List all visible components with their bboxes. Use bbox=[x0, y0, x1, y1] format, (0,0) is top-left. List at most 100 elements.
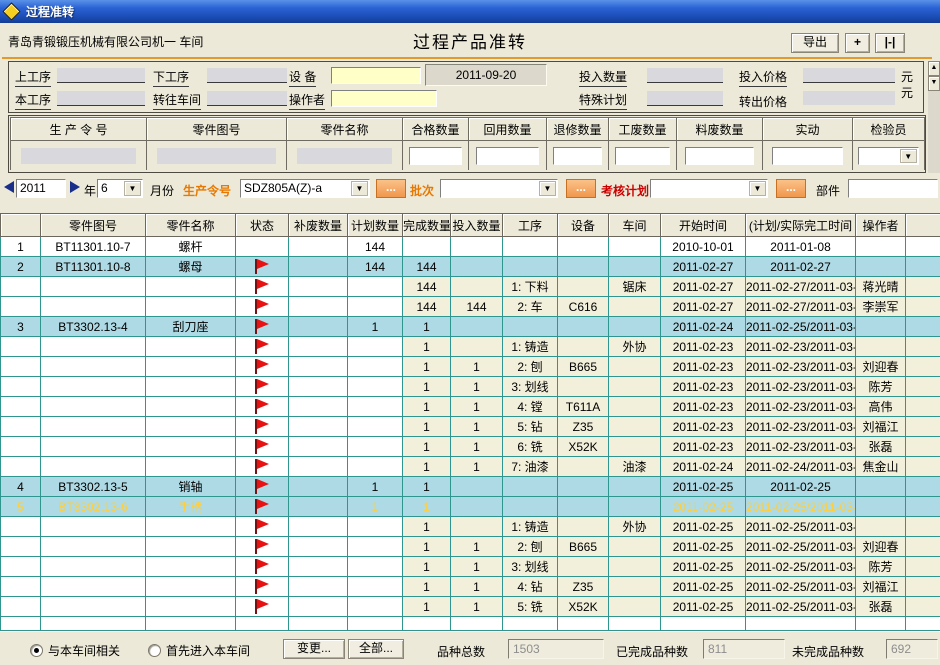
grid-cell[interactable]: BT3302.13-6 bbox=[41, 497, 146, 517]
grid-cell[interactable]: 144 bbox=[348, 257, 403, 277]
grid-cell[interactable] bbox=[1, 297, 41, 317]
grid-cell[interactable] bbox=[146, 417, 236, 437]
status-cell[interactable] bbox=[236, 417, 289, 437]
grid-cell[interactable]: 1 bbox=[403, 457, 451, 477]
grid-cell[interactable] bbox=[41, 337, 146, 357]
grid-cell[interactable] bbox=[348, 277, 403, 297]
grid-cell[interactable]: 2011-02-23/2011-03-16 bbox=[746, 437, 856, 457]
grid-cell[interactable] bbox=[146, 537, 236, 557]
grid-cell[interactable]: 焦金山 bbox=[856, 457, 906, 477]
grid-cell[interactable]: 螺杆 bbox=[146, 237, 236, 257]
status-cell[interactable] bbox=[236, 497, 289, 517]
grid-cell[interactable]: 2011-02-23 bbox=[661, 417, 746, 437]
grid-cell[interactable]: 2011-02-23/2011-03-15 bbox=[746, 337, 856, 357]
grid-cell[interactable]: 2011-02-27/2011-03-16 bbox=[746, 297, 856, 317]
grid-cell[interactable] bbox=[348, 557, 403, 577]
grid-cell[interactable] bbox=[906, 557, 940, 577]
grid-cell[interactable]: 1 bbox=[403, 417, 451, 437]
grid-cell[interactable] bbox=[41, 597, 146, 617]
grid-cell[interactable]: 2011-02-25 bbox=[661, 477, 746, 497]
status-cell[interactable] bbox=[236, 337, 289, 357]
grid-cell[interactable]: 1: 铸造 bbox=[503, 337, 558, 357]
grid-cell[interactable]: 6: 铣 bbox=[503, 437, 558, 457]
grid-cell[interactable]: T611A bbox=[558, 397, 609, 417]
radio-first-enter[interactable]: 首先进入本车间 bbox=[148, 642, 250, 659]
grid-cell[interactable]: 张磊 bbox=[856, 437, 906, 457]
grid-cell[interactable] bbox=[41, 577, 146, 597]
grid-cell[interactable] bbox=[856, 497, 906, 517]
grid-cell[interactable]: 手柄 bbox=[146, 497, 236, 517]
grid-cell[interactable] bbox=[41, 557, 146, 577]
grid-cell[interactable]: 1 bbox=[451, 577, 503, 597]
equipment-field[interactable] bbox=[331, 67, 421, 84]
grid-cell[interactable]: 张磊 bbox=[856, 597, 906, 617]
grid-cell[interactable] bbox=[348, 457, 403, 477]
input-qty-field[interactable] bbox=[647, 68, 723, 83]
grid-cell[interactable] bbox=[906, 497, 940, 517]
grid-cell[interactable]: 2: 刨 bbox=[503, 357, 558, 377]
grid-cell[interactable] bbox=[856, 317, 906, 337]
grid-cell[interactable] bbox=[609, 477, 661, 497]
input-price-field[interactable] bbox=[803, 68, 895, 83]
grid-cell[interactable]: 144 bbox=[451, 297, 503, 317]
grid-cell[interactable] bbox=[906, 377, 940, 397]
grid-cell[interactable]: 1 bbox=[451, 537, 503, 557]
grid-cell[interactable] bbox=[289, 297, 348, 317]
grid-cell[interactable]: Z35 bbox=[558, 417, 609, 437]
grid-cell[interactable] bbox=[1, 437, 41, 457]
grid-cell[interactable]: 1 bbox=[451, 397, 503, 417]
grid-cell[interactable] bbox=[1, 277, 41, 297]
grid-cell[interactable]: X52K bbox=[558, 597, 609, 617]
status-cell[interactable] bbox=[236, 517, 289, 537]
grid-cell[interactable] bbox=[289, 417, 348, 437]
grid-cell[interactable] bbox=[906, 257, 940, 277]
grid-cell[interactable] bbox=[609, 397, 661, 417]
chevron-down-icon[interactable]: ▼ bbox=[124, 181, 141, 196]
grid-cell[interactable] bbox=[856, 257, 906, 277]
grid-cell[interactable] bbox=[856, 237, 906, 257]
component-input[interactable] bbox=[848, 179, 938, 198]
grid-cell[interactable]: 1 bbox=[348, 497, 403, 517]
grid-cell[interactable] bbox=[609, 597, 661, 617]
grid-cell[interactable]: 陈芳 bbox=[856, 377, 906, 397]
grid-cell[interactable] bbox=[289, 277, 348, 297]
status-cell[interactable] bbox=[236, 477, 289, 497]
grid-cell[interactable]: C616 bbox=[558, 297, 609, 317]
grid-cell[interactable] bbox=[41, 357, 146, 377]
grid-cell[interactable] bbox=[289, 237, 348, 257]
export-button[interactable]: 导出 bbox=[791, 33, 839, 53]
order-no-field[interactable] bbox=[21, 148, 136, 164]
grid-cell[interactable]: 2011-02-24 bbox=[661, 457, 746, 477]
grid-cell[interactable] bbox=[451, 277, 503, 297]
grid-cell[interactable] bbox=[403, 237, 451, 257]
grid-cell[interactable]: 2: 车 bbox=[503, 297, 558, 317]
grid-cell[interactable]: 144 bbox=[348, 237, 403, 257]
grid-cell[interactable] bbox=[289, 437, 348, 457]
grid-cell[interactable] bbox=[609, 317, 661, 337]
grid-cell[interactable] bbox=[1, 337, 41, 357]
grid-cell[interactable] bbox=[906, 277, 940, 297]
grid-cell[interactable] bbox=[906, 537, 940, 557]
grid-cell[interactable]: 1 bbox=[451, 437, 503, 457]
status-cell[interactable] bbox=[236, 537, 289, 557]
date-field[interactable]: 2011-09-20 bbox=[425, 64, 547, 86]
grid-cell[interactable] bbox=[289, 337, 348, 357]
grid-cell[interactable] bbox=[289, 577, 348, 597]
order-combobox[interactable]: SDZ805A(Z)-a ▼ bbox=[240, 179, 370, 198]
grid-cell[interactable] bbox=[348, 377, 403, 397]
grid-cell[interactable] bbox=[146, 357, 236, 377]
grid-cell[interactable]: 陈芳 bbox=[856, 557, 906, 577]
grid-cell[interactable]: 1 bbox=[403, 557, 451, 577]
grid-cell[interactable]: 1 bbox=[403, 577, 451, 597]
status-cell[interactable] bbox=[236, 557, 289, 577]
grid-cell[interactable]: 2011-02-27 bbox=[661, 277, 746, 297]
repair-qty-input[interactable] bbox=[553, 147, 603, 165]
grid-cell[interactable]: 4: 钻 bbox=[503, 577, 558, 597]
grid-cell[interactable]: 5 bbox=[1, 497, 41, 517]
grid-cell[interactable]: 蒋光晴 bbox=[856, 277, 906, 297]
month-combobox[interactable]: 6 ▼ bbox=[97, 179, 143, 198]
grid-cell[interactable]: 1 bbox=[403, 497, 451, 517]
grid-cell[interactable] bbox=[289, 457, 348, 477]
grid-cell[interactable] bbox=[348, 597, 403, 617]
grid-cell[interactable]: X52K bbox=[558, 437, 609, 457]
